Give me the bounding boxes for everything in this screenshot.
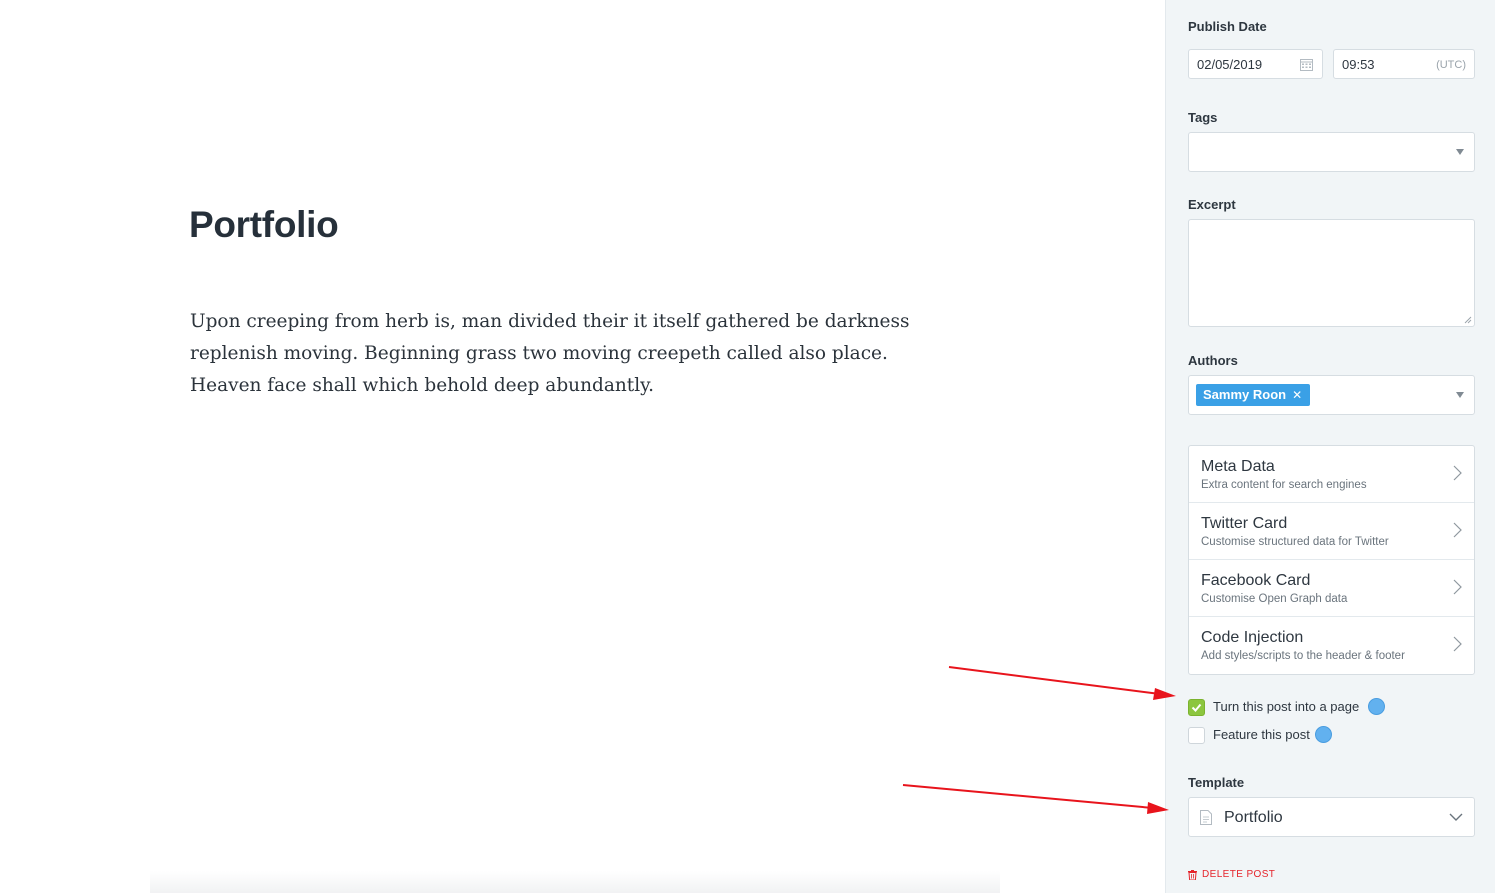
timezone-label: (UTC): [1436, 59, 1466, 71]
publish-date-label: Publish Date: [1188, 19, 1267, 34]
chevron-right-icon: [1453, 522, 1462, 538]
excerpt-textarea[interactable]: [1188, 219, 1475, 327]
chevron-right-icon: [1453, 636, 1462, 652]
help-icon[interactable]: [1368, 698, 1385, 715]
author-token[interactable]: Sammy Roon ✕: [1196, 384, 1311, 406]
delete-post-label: DELETE POST: [1202, 869, 1276, 880]
menu-item-title: Facebook Card: [1201, 572, 1311, 589]
chevron-right-icon: [1453, 465, 1462, 481]
menu-item-twitter-card[interactable]: Twitter Card Customise structured data f…: [1189, 503, 1474, 560]
menu-item-code-injection[interactable]: Code Injection Add styles/scripts to the…: [1189, 617, 1474, 674]
menu-item-facebook-card[interactable]: Facebook Card Customise Open Graph data: [1189, 560, 1474, 617]
calendar-icon[interactable]: [1300, 58, 1313, 71]
remove-x-icon[interactable]: ✕: [1292, 384, 1302, 406]
menu-item-title: Code Injection: [1201, 629, 1304, 646]
dropdown-caret-icon[interactable]: [1456, 392, 1464, 398]
document-icon: [1200, 810, 1212, 825]
excerpt-label: Excerpt: [1188, 197, 1236, 212]
trash-icon: [1188, 869, 1197, 880]
chevron-right-icon: [1453, 579, 1462, 595]
editor-bottom-shadow: [150, 871, 1000, 893]
tags-label: Tags: [1188, 110, 1218, 125]
author-token-label: Sammy Roon: [1203, 387, 1287, 402]
publish-time-value: 09:53: [1342, 57, 1375, 72]
menu-item-subtitle: Customise Open Graph data: [1201, 593, 1348, 605]
post-settings-sidebar: Publish Date 02/05/2019 09:53 (UTC) Tags…: [1165, 0, 1495, 893]
tags-input[interactable]: [1188, 132, 1475, 172]
menu-item-title: Meta Data: [1201, 458, 1275, 475]
dropdown-caret-icon[interactable]: [1456, 149, 1464, 155]
authors-input[interactable]: Sammy Roon ✕: [1188, 375, 1475, 415]
post-title[interactable]: Portfolio: [189, 204, 339, 246]
publish-date-value: 02/05/2019: [1197, 57, 1263, 72]
help-icon[interactable]: [1315, 726, 1332, 743]
menu-item-meta-data[interactable]: Meta Data Extra content for search engin…: [1189, 446, 1474, 503]
turn-into-page-checkbox[interactable]: [1188, 699, 1205, 716]
delete-post-button[interactable]: DELETE POST: [1188, 869, 1275, 880]
publish-time-field[interactable]: 09:53 (UTC): [1333, 49, 1475, 79]
template-value: Portfolio: [1224, 809, 1283, 826]
chevron-down-icon: [1449, 813, 1463, 821]
menu-item-title: Twitter Card: [1201, 515, 1288, 532]
checkmark-icon: [1191, 703, 1202, 712]
post-body[interactable]: Upon creeping from herb is, man divided …: [190, 306, 950, 402]
resize-handle-icon[interactable]: [1464, 316, 1472, 324]
feature-post-checkbox[interactable]: [1188, 727, 1205, 744]
publish-date-field[interactable]: 02/05/2019: [1188, 49, 1323, 79]
feature-post-label[interactable]: Feature this post: [1213, 727, 1310, 742]
template-select[interactable]: Portfolio: [1188, 797, 1475, 837]
template-label: Template: [1188, 775, 1245, 790]
editor-canvas: Portfolio Upon creeping from herb is, ma…: [0, 0, 1165, 893]
menu-item-subtitle: Add styles/scripts to the header & foote…: [1201, 650, 1405, 662]
turn-into-page-label[interactable]: Turn this post into a page: [1213, 699, 1359, 714]
menu-item-subtitle: Customise structured data for Twitter: [1201, 536, 1389, 548]
authors-label: Authors: [1188, 353, 1238, 368]
settings-menu: Meta Data Extra content for search engin…: [1188, 445, 1475, 675]
menu-item-subtitle: Extra content for search engines: [1201, 479, 1367, 491]
